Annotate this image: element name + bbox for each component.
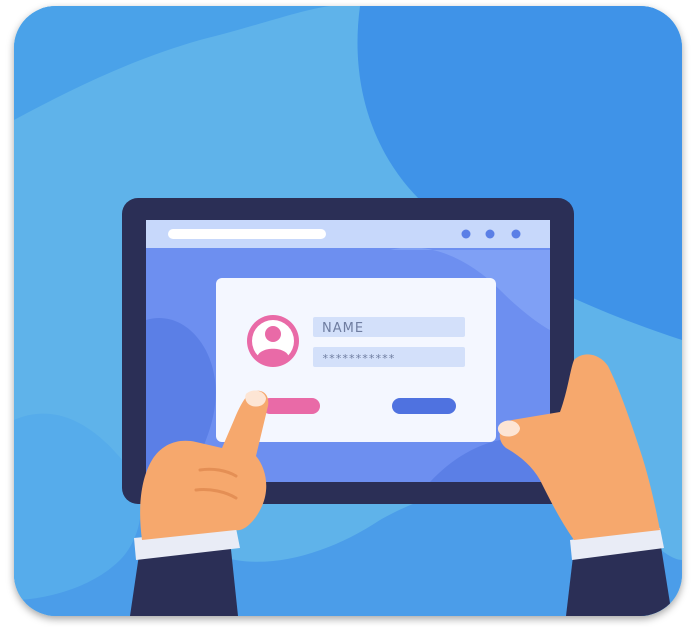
window-dot-2: [485, 229, 495, 239]
password-field[interactable]: ***********: [313, 347, 465, 367]
login-left-button[interactable]: [262, 398, 320, 414]
browser-bar: [146, 220, 550, 248]
login-right-button[interactable]: [392, 398, 456, 414]
user-avatar-icon: [247, 315, 299, 367]
address-bar: [168, 229, 326, 239]
window-dot-3: [511, 229, 521, 239]
window-dot-1: [461, 229, 471, 239]
tablet-login-illustration: NAME ***********: [14, 6, 682, 616]
name-field-placeholder: NAME: [322, 321, 364, 336]
password-field-value: ***********: [322, 352, 395, 365]
name-field[interactable]: NAME: [313, 317, 465, 337]
